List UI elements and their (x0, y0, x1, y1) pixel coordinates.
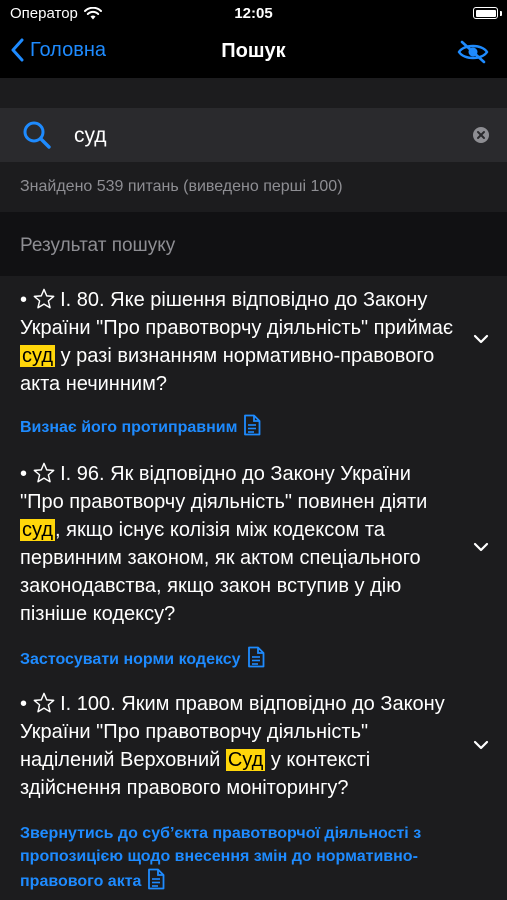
document-icon (244, 414, 261, 436)
question-prefix: І. 80. Яке рішення відповідно до Закону … (20, 289, 454, 339)
status-bar: Оператор 12:05 (0, 0, 507, 28)
results-list: • І. 80. Яке рішення відповідно до Закон… (0, 276, 507, 900)
question-suffix: у разі визнанням нормативно-правового ак… (20, 345, 435, 395)
eye-slash-icon (457, 40, 489, 64)
navigation-bar: Головна Пошук (0, 28, 507, 78)
star-outline-icon (33, 288, 54, 309)
document-icon (247, 646, 264, 668)
star-outline-icon (33, 462, 54, 483)
hide-toggle-button[interactable] (457, 40, 489, 69)
section-title: Результат пошуку (20, 235, 176, 256)
question-suffix: , якщо існує колізія між кодексом та пер… (20, 519, 421, 625)
chevron-down-icon[interactable] (473, 542, 489, 552)
query-highlight: суд (20, 519, 56, 541)
query-highlight: Суд (225, 749, 266, 771)
star-outline-icon (33, 692, 54, 713)
answer-link[interactable]: Звернутись до суб’єкта правотворчої діял… (20, 822, 480, 893)
page-title: Пошук (221, 40, 286, 62)
status-time: 12:05 (234, 5, 273, 22)
header-spacer (0, 78, 507, 108)
results-count-row: Знайдено 539 питань (виведено перші 100) (0, 162, 507, 212)
result-item[interactable]: • І. 80. Яке рішення відповідно до Закон… (0, 276, 507, 446)
chevron-down-icon[interactable] (473, 334, 489, 344)
search-input[interactable] (72, 120, 456, 152)
question-text: • І. 100. Яким правом відповідно до Зако… (20, 692, 445, 799)
results-count-text: Знайдено 539 питань (виведено перші 100) (20, 178, 343, 195)
query-highlight: суд (20, 345, 56, 367)
section-header: Результат пошуку (0, 212, 507, 276)
chevron-down-icon[interactable] (473, 740, 489, 750)
answer-link[interactable]: Застосувати норми кодексу (20, 646, 480, 671)
question-text: • І. 80. Яке рішення відповідно до Закон… (20, 288, 454, 395)
document-icon (148, 868, 165, 890)
battery-tip (500, 11, 502, 16)
answer-link[interactable]: Визнає його протиправним (20, 414, 480, 439)
question-text: • І. 96. Як відповідно до Закону України… (20, 462, 428, 625)
search-bar (0, 108, 507, 162)
question-prefix: І. 96. Як відповідно до Закону України "… (20, 463, 428, 513)
result-item[interactable]: • І. 96. Як відповідно до Закону України… (0, 450, 507, 682)
search-icon (23, 121, 51, 149)
result-item[interactable]: • І. 100. Яким правом відповідно до Зако… (0, 680, 507, 900)
clear-search-button[interactable] (473, 127, 489, 143)
answer-text: Звернутись до суб’єкта правотворчої діял… (20, 825, 422, 890)
battery-icon (473, 7, 498, 19)
close-icon (477, 131, 485, 139)
answer-text: Застосувати норми кодексу (20, 651, 241, 668)
answer-text: Визнає його протиправним (20, 419, 238, 436)
